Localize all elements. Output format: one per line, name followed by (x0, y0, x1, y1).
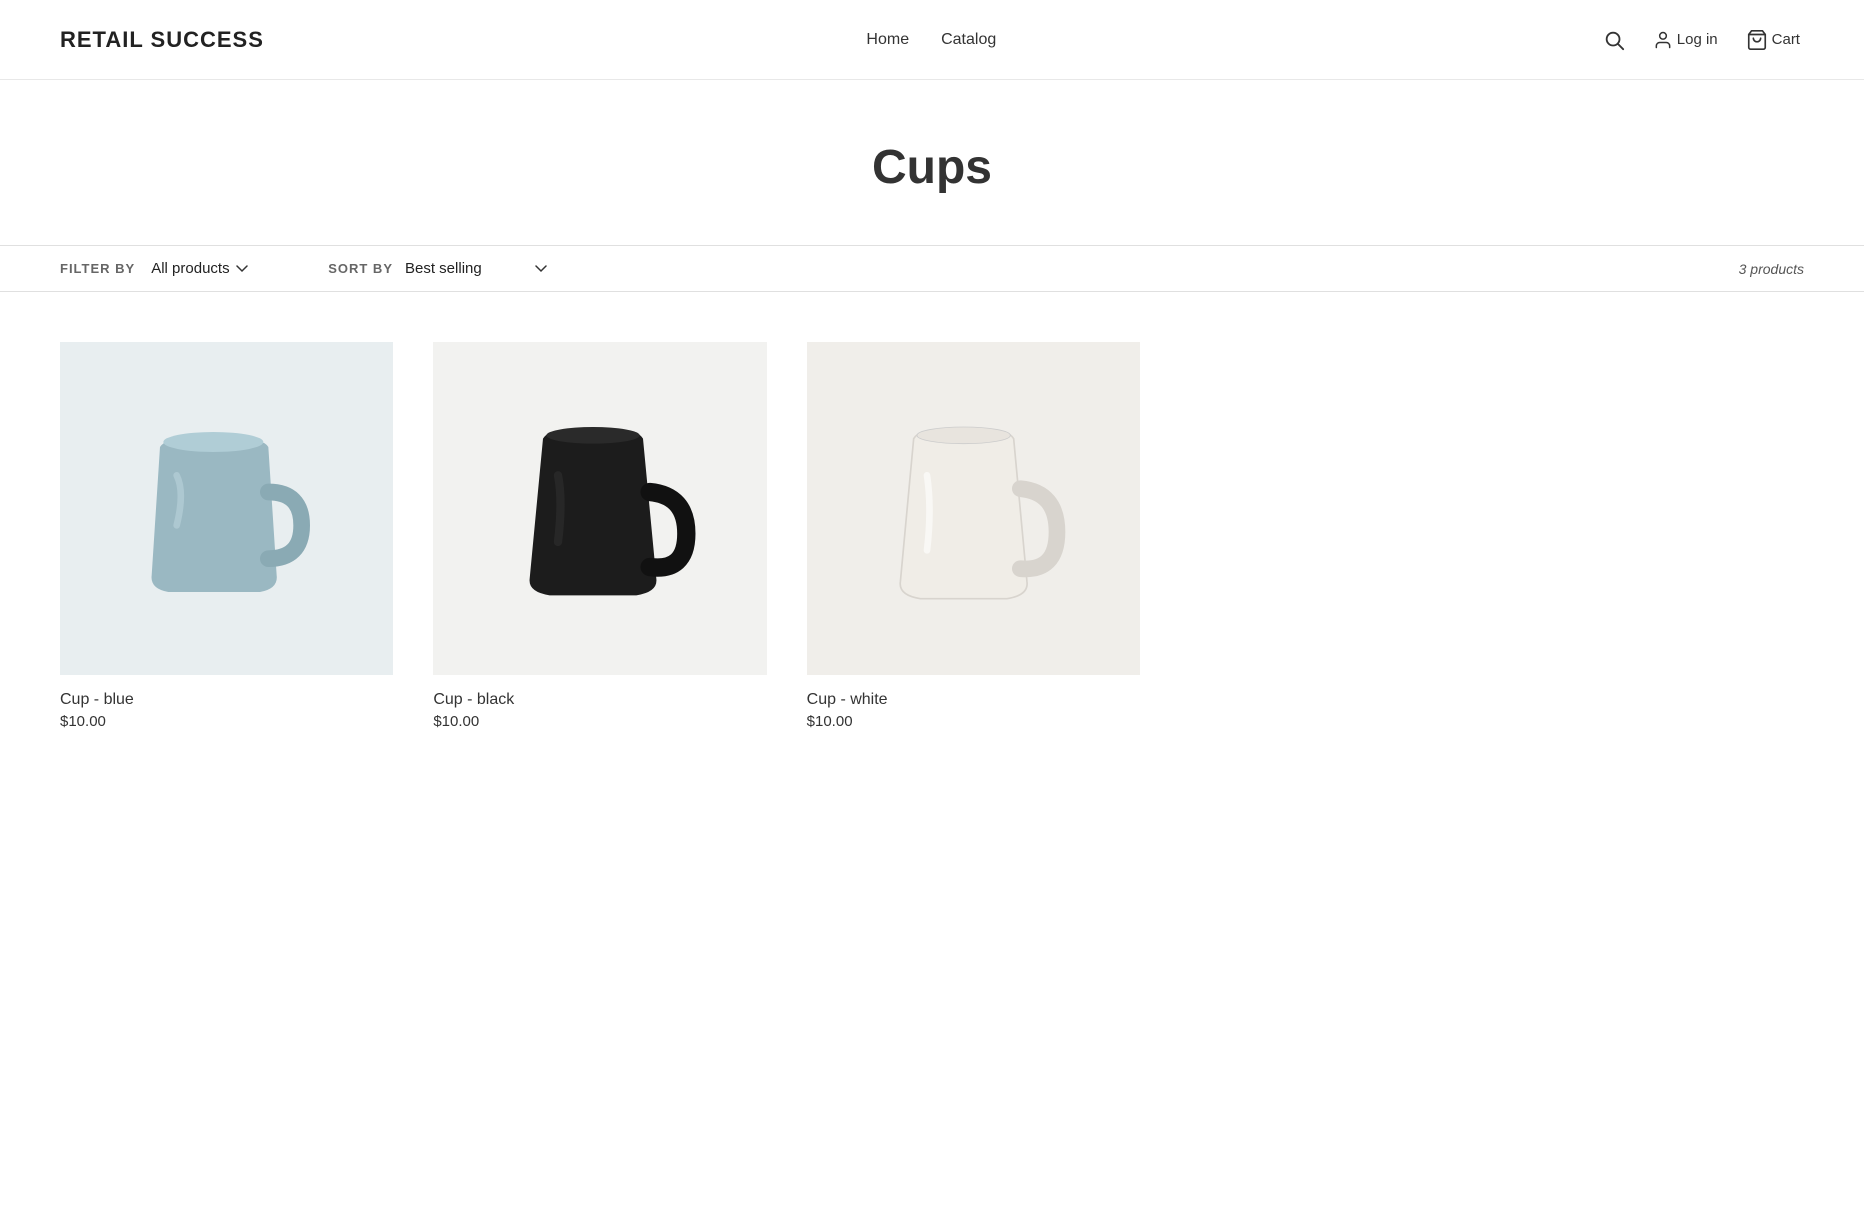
header-actions: Log in Cart (1599, 25, 1804, 55)
filter-by-select[interactable]: All products Cup - blue Cup - black Cup … (151, 260, 252, 277)
site-header: RETAIL SUCCESS Home Catalog Log in Cart (0, 0, 1864, 80)
product-name-white: Cup - white (807, 691, 1140, 709)
user-icon (1653, 30, 1673, 50)
filter-by-label: FILTER BY (60, 261, 135, 276)
page-hero: Cups (0, 80, 1864, 245)
cup-white-svg (857, 392, 1090, 625)
sort-group: SORT BY Best selling Price, low to high … (328, 260, 551, 277)
nav-home[interactable]: Home (866, 31, 909, 49)
sort-by-select[interactable]: Best selling Price, low to high Price, h… (405, 260, 551, 277)
brand-logo[interactable]: RETAIL SUCCESS (60, 27, 264, 53)
product-card-blue[interactable]: Cup - blue $10.00 (60, 342, 393, 730)
product-image-white (807, 342, 1140, 675)
login-button[interactable]: Log in (1649, 26, 1722, 54)
cart-icon (1746, 29, 1768, 51)
cart-label: Cart (1772, 31, 1800, 48)
product-price-blue: $10.00 (60, 713, 393, 730)
cart-button[interactable]: Cart (1742, 25, 1804, 55)
cup-blue-svg (110, 392, 343, 625)
page-title: Cups (20, 140, 1844, 195)
search-icon (1603, 29, 1625, 51)
product-name-blue: Cup - blue (60, 691, 393, 709)
product-card-white[interactable]: Cup - white $10.00 (807, 342, 1140, 730)
product-name-black: Cup - black (433, 691, 766, 709)
cup-black-svg (483, 392, 716, 625)
nav-catalog[interactable]: Catalog (941, 31, 996, 49)
sort-by-label: SORT BY (328, 261, 393, 276)
search-button[interactable] (1599, 25, 1629, 55)
product-count: 3 products (1739, 261, 1804, 277)
product-price-black: $10.00 (433, 713, 766, 730)
product-grid: Cup - blue $10.00 Cup - black $10.00 (0, 292, 1200, 810)
main-nav: Home Catalog (866, 31, 996, 49)
product-card-black[interactable]: Cup - black $10.00 (433, 342, 766, 730)
login-label: Log in (1677, 31, 1718, 48)
product-price-white: $10.00 (807, 713, 1140, 730)
product-image-black (433, 342, 766, 675)
product-image-blue (60, 342, 393, 675)
filter-bar: FILTER BY All products Cup - blue Cup - … (0, 245, 1864, 292)
